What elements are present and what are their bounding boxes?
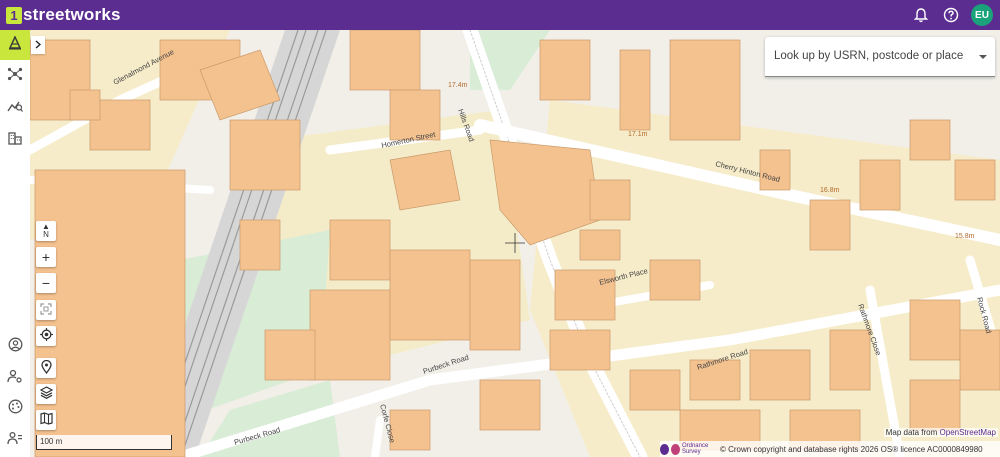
chevron-right-icon: [35, 36, 42, 54]
height-label-1: 17.4m: [448, 82, 468, 89]
user-settings-icon: [7, 369, 23, 388]
expand-sidebar-button[interactable]: [31, 36, 45, 54]
place-pin-button[interactable]: [36, 358, 56, 378]
my-location-icon: [39, 328, 53, 344]
osm-attribution: Map data from OpenStreetMap: [883, 428, 998, 437]
sidebar-item-account[interactable]: [0, 332, 30, 362]
height-label-4: 15.8m: [955, 233, 975, 240]
chevron-down-icon[interactable]: [979, 55, 987, 59]
map-icon: [39, 412, 53, 428]
osm-link[interactable]: OpenStreetMap: [940, 428, 996, 437]
logo-text: streetworks: [23, 5, 121, 24]
palette-icon: [8, 399, 23, 419]
osm-attribution-prefix: Map data from: [885, 428, 940, 437]
account-icon: [8, 337, 23, 357]
layers-button[interactable]: [36, 384, 56, 404]
map-pin-icon: [40, 359, 52, 377]
sidebar-item-buildings[interactable]: [0, 125, 30, 155]
height-label-2: 17.1m: [628, 131, 648, 138]
sidebar: [0, 30, 31, 457]
sidebar-item-team[interactable]: [0, 425, 30, 455]
top-bar: 1 streetworks EU: [0, 0, 1000, 30]
scale-label: 100 m: [40, 437, 63, 446]
my-location-button[interactable]: [36, 326, 56, 346]
network-icon: [7, 67, 23, 86]
scale-bar: 100 m: [36, 435, 172, 450]
bell-icon[interactable]: [912, 6, 930, 24]
os-attribution: Ordnance Survey © Crown copyright and da…: [660, 441, 1000, 457]
user-avatar[interactable]: EU: [971, 4, 993, 26]
sidebar-item-network[interactable]: [0, 61, 30, 91]
sidebar-item-analytics[interactable]: [0, 93, 30, 123]
ordnance-survey-logo: Ordnance Survey: [660, 443, 720, 455]
north-label: N: [43, 229, 49, 239]
os-logo-mark: [660, 443, 669, 455]
logo-mark: 1: [6, 6, 22, 24]
fit-bounds-button[interactable]: [36, 300, 56, 320]
analytics-icon: [7, 99, 24, 118]
height-label-3: 16.8m: [820, 187, 840, 194]
os-logo-mark-2: [670, 443, 680, 455]
app-logo[interactable]: 1 streetworks: [6, 5, 121, 24]
cone-icon: [8, 34, 22, 55]
basemap-button[interactable]: [36, 410, 56, 430]
help-icon[interactable]: [942, 6, 960, 24]
os-logo-text: Ordnance Survey: [681, 443, 709, 455]
map-crosshair: [505, 233, 525, 253]
location-search[interactable]: [765, 37, 995, 77]
team-icon: [7, 431, 23, 450]
search-input[interactable]: [772, 49, 976, 63]
os-copyright-text: © Crown copyright and database rights 20…: [720, 444, 983, 454]
layers-icon: [39, 386, 53, 402]
zoom-in-button[interactable]: +: [36, 247, 56, 267]
fit-bounds-icon: [40, 302, 52, 318]
buildings-icon: [8, 131, 22, 150]
compass-button[interactable]: ▲ N: [36, 221, 56, 241]
sidebar-item-user-settings[interactable]: [0, 363, 30, 393]
sidebar-item-palette[interactable]: [0, 394, 30, 424]
sidebar-item-works[interactable]: [0, 30, 30, 60]
zoom-out-button[interactable]: −: [36, 273, 56, 293]
